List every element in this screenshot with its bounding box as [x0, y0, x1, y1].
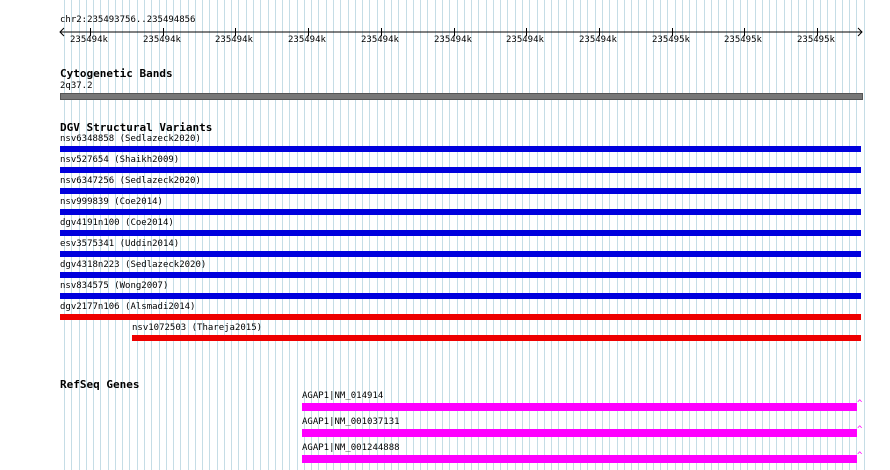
dgv-feature-label: nsv999839 (Coe2014): [60, 197, 163, 207]
genome-browser-view[interactable]: chr2:235493756..235494856 235494k 235494k…: [0, 0, 890, 470]
dgv-feature-label: dgv4318n223 (Sedlazeck2020): [60, 260, 207, 270]
dgv-feature-label: dgv4191n100 (Coe2014): [60, 218, 174, 228]
dgv-feature-bar[interactable]: [60, 209, 861, 215]
ruler-tick-label: 235494k: [579, 35, 617, 45]
dgv-feature-bar[interactable]: [60, 272, 861, 278]
dgv-feature-label: dgv2177n106 (Alsmadi2014): [60, 302, 196, 312]
dgv-feature-label: nsv6347256 (Sedlazeck2020): [60, 176, 201, 186]
ruler-tick-label: 235495k: [724, 35, 762, 45]
ruler-tick-label: 235494k: [361, 35, 399, 45]
refseq-gene-bar[interactable]: [302, 429, 857, 437]
cytoband-track-title: Cytogenetic Bands: [60, 67, 173, 80]
dgv-feature-bar[interactable]: [132, 335, 861, 341]
refseq-track-title: RefSeq Genes: [60, 378, 140, 391]
dgv-feature-label: nsv6348858 (Sedlazeck2020): [60, 134, 201, 144]
ruler-tick-label: 235494k: [70, 35, 108, 45]
dgv-feature-label: nsv1072503 (Thareja2015): [132, 323, 263, 333]
dgv-feature-bar[interactable]: [60, 230, 861, 236]
cytoband-bar[interactable]: [60, 93, 863, 100]
gene-end-arrow-icon: ^: [857, 399, 863, 409]
refseq-gene-bar[interactable]: [302, 455, 857, 463]
ruler-tick-label: 235494k: [288, 35, 326, 45]
ruler-tick-label: 235495k: [797, 35, 835, 45]
refseq-gene-label: AGAP1|NM_001037131: [302, 417, 400, 427]
dgv-feature-bar[interactable]: [60, 293, 861, 299]
ruler-tick-label: 235494k: [434, 35, 472, 45]
cytoband-label: 2q37.2: [60, 81, 93, 91]
refseq-gene-bar[interactable]: [302, 403, 857, 411]
ruler-tick-label: 235494k: [143, 35, 181, 45]
dgv-feature-bar[interactable]: [60, 167, 861, 173]
dgv-feature-label: nsv834575 (Wong2007): [60, 281, 169, 291]
dgv-track-title: DGV Structural Variants: [60, 121, 213, 134]
gene-end-arrow-icon: ^: [857, 425, 863, 435]
ruler-tick-label: 235495k: [652, 35, 690, 45]
region-label: chr2:235493756..235494856: [60, 15, 196, 25]
grid-line: [864, 0, 865, 470]
dgv-feature-bar[interactable]: [60, 251, 861, 257]
refseq-gene-label: AGAP1|NM_014914: [302, 391, 384, 401]
gene-end-arrow-icon: ^: [857, 451, 863, 461]
refseq-gene-label: AGAP1|NM_001244888: [302, 443, 400, 453]
dgv-feature-bar[interactable]: [60, 314, 861, 320]
ruler-tick-label: 235494k: [215, 35, 253, 45]
dgv-feature-bar[interactable]: [60, 146, 861, 152]
dgv-feature-bar[interactable]: [60, 188, 861, 194]
dgv-feature-label: esv3575341 (Uddin2014): [60, 239, 180, 249]
dgv-feature-label: nsv527654 (Shaikh2009): [60, 155, 180, 165]
ruler-tick-label: 235494k: [506, 35, 544, 45]
